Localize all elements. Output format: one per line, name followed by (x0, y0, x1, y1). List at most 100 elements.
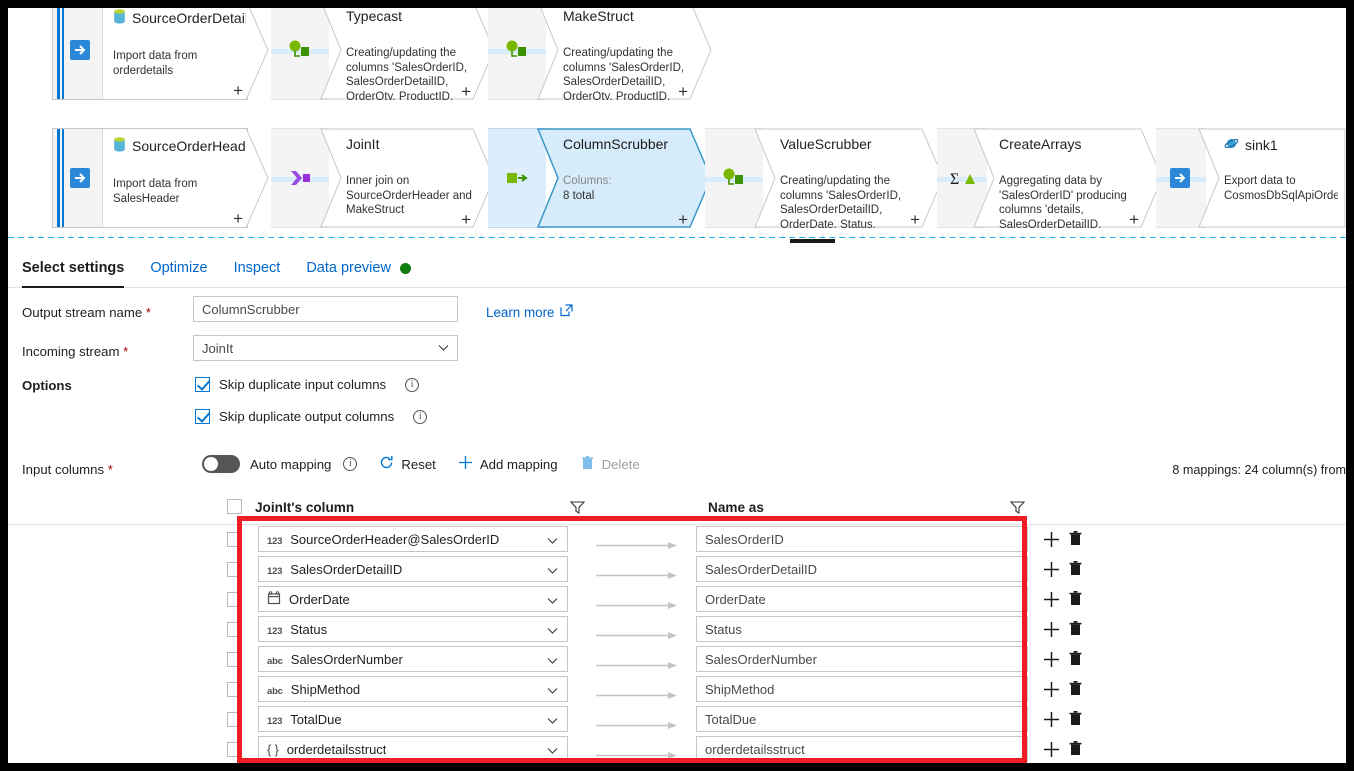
delete-button[interactable]: Delete (580, 455, 640, 473)
row-checkbox[interactable] (227, 532, 242, 547)
delete-row-button[interactable] (1068, 740, 1083, 759)
add-node-button[interactable]: + (233, 82, 243, 99)
node-typecast[interactable]: Typecast Creating/updating the columns '… (320, 8, 495, 100)
row-checkbox-wrap[interactable] (227, 592, 242, 607)
select-all-checkbox-wrap[interactable] (227, 499, 242, 514)
dataflow-source-icon (69, 167, 91, 189)
info-icon[interactable]: i (343, 457, 358, 471)
source-column-dropdown[interactable]: 123 Status (258, 616, 568, 642)
node-columnscrubber[interactable]: ColumnScrubber Columns: 8 total + (537, 128, 712, 228)
target-column-input[interactable] (696, 736, 1028, 762)
delete-row-button[interactable] (1068, 560, 1083, 579)
auto-mapping-toggle[interactable] (202, 455, 240, 473)
reset-button[interactable]: Reset (379, 455, 436, 473)
add-row-button[interactable] (1043, 621, 1060, 641)
node-title-row: SourceOrderHeader (113, 137, 247, 155)
aggregate-icon: Σ (950, 167, 975, 191)
source-column-dropdown[interactable]: OrderDate (258, 586, 568, 612)
target-column-input[interactable] (696, 706, 1028, 732)
add-mapping-button[interactable]: Add mapping (458, 455, 558, 473)
tab-select-settings[interactable]: Select settings (22, 248, 125, 288)
filter-icon[interactable] (569, 500, 586, 518)
node-valuescrubber[interactable]: ValueScrubber Creating/updating the colu… (754, 128, 944, 228)
options-row-2: Skip duplicate output columns i (8, 406, 1346, 438)
info-icon[interactable]: i (413, 409, 428, 424)
row-checkbox-wrap[interactable] (227, 622, 242, 637)
column-header-target: Name as (708, 500, 764, 515)
add-node-button[interactable]: + (678, 83, 688, 100)
dataflow-canvas[interactable]: SourceOrderDetails Import data from orde… (8, 8, 1346, 238)
node-source-order-header[interactable]: SourceOrderHeader Import data from Sales… (52, 128, 269, 228)
delete-row-button[interactable] (1068, 680, 1083, 699)
tab-label: Data preview (306, 260, 391, 276)
add-row-button[interactable] (1043, 531, 1060, 551)
node-source-order-details[interactable]: SourceOrderDetails Import data from orde… (52, 8, 269, 100)
add-node-button[interactable]: + (461, 211, 471, 228)
node-sink1[interactable]: sink1 Export data to CosmosDbSqlApiOrder… (1198, 128, 1346, 228)
select-all-checkbox[interactable] (227, 499, 242, 514)
skip-duplicate-output-columns-checkbox[interactable] (195, 409, 210, 424)
node-createarrays[interactable]: CreateArrays Aggregating data by 'SalesO… (973, 128, 1163, 228)
target-column-input[interactable] (696, 676, 1028, 702)
tab-data-preview[interactable]: Data preview (306, 248, 411, 288)
source-column-dropdown[interactable]: 123 SalesOrderDetailID (258, 556, 568, 582)
add-row-button[interactable] (1043, 651, 1060, 671)
incoming-stream-dropdown[interactable] (193, 335, 458, 361)
target-column-input[interactable] (696, 646, 1028, 672)
add-node-button[interactable]: + (910, 211, 920, 228)
source-column-dropdown[interactable]: abc SalesOrderNumber (258, 646, 568, 672)
output-stream-input[interactable] (193, 296, 458, 322)
add-row-button[interactable] (1043, 591, 1060, 611)
source-column-dropdown[interactable]: 123 SourceOrderHeader@SalesOrderID (258, 526, 568, 552)
tab-label: Select settings (22, 260, 125, 276)
row-checkbox[interactable] (227, 712, 242, 727)
delete-row-button[interactable] (1068, 710, 1083, 729)
row-checkbox-wrap[interactable] (227, 562, 242, 577)
add-row-button[interactable] (1043, 561, 1060, 581)
target-column-input[interactable] (696, 616, 1028, 642)
learn-more-link[interactable]: Learn more (486, 304, 574, 320)
add-node-button[interactable]: + (1129, 211, 1139, 228)
delete-row-button[interactable] (1068, 650, 1083, 669)
source-column-dropdown[interactable]: { } orderdetailsstruct (258, 736, 568, 762)
delete-row-button[interactable] (1068, 620, 1083, 639)
target-column-input[interactable] (696, 586, 1028, 612)
source-column-dropdown[interactable]: abc ShipMethod (258, 676, 568, 702)
row-checkbox[interactable] (227, 652, 242, 667)
info-icon[interactable]: i (405, 377, 420, 392)
delete-row-button[interactable] (1068, 530, 1083, 549)
add-node-button[interactable]: + (678, 211, 688, 228)
row-checkbox[interactable] (227, 622, 242, 637)
row-checkbox-wrap[interactable] (227, 682, 242, 697)
add-row-button[interactable] (1043, 681, 1060, 701)
incoming-stream-input[interactable] (193, 335, 458, 361)
row-checkbox[interactable] (227, 562, 242, 577)
source-column-dropdown[interactable]: 123 TotalDue (258, 706, 568, 732)
add-row-button[interactable] (1043, 741, 1060, 761)
filter-icon[interactable] (1009, 500, 1026, 518)
node-title-row: SourceOrderDetails (113, 9, 247, 27)
skip-duplicate-input-columns-checkbox[interactable] (195, 377, 210, 392)
row-checkbox-wrap[interactable] (227, 742, 242, 757)
table-row: abc SalesOrderNumber (8, 645, 1346, 675)
node-joinit[interactable]: JoinIt Inner join on SourceOrderHeader a… (320, 128, 495, 228)
tab-inspect[interactable]: Inspect (234, 248, 281, 288)
panel-splitter-handle[interactable] (790, 239, 835, 243)
row-checkbox-wrap[interactable] (227, 652, 242, 667)
row-checkbox-wrap[interactable] (227, 532, 242, 547)
row-checkbox[interactable] (227, 682, 242, 697)
node-body: MakeStruct Creating/updating the columns… (559, 8, 692, 100)
add-row-button[interactable] (1043, 711, 1060, 731)
node-makestruct[interactable]: MakeStruct Creating/updating the columns… (537, 8, 712, 100)
delete-row-button[interactable] (1068, 590, 1083, 609)
add-node-button[interactable]: + (233, 210, 243, 227)
row-checkbox-wrap[interactable] (227, 712, 242, 727)
target-column-input[interactable] (696, 556, 1028, 582)
add-node-button[interactable]: + (461, 83, 471, 100)
target-column-input[interactable] (696, 526, 1028, 552)
skip-duplicate-input-columns-row[interactable]: Skip duplicate input columns i (195, 377, 420, 392)
row-checkbox[interactable] (227, 592, 242, 607)
skip-duplicate-output-columns-row[interactable]: Skip duplicate output columns i (195, 409, 428, 424)
tab-optimize[interactable]: Optimize (150, 248, 207, 288)
row-checkbox[interactable] (227, 742, 242, 757)
